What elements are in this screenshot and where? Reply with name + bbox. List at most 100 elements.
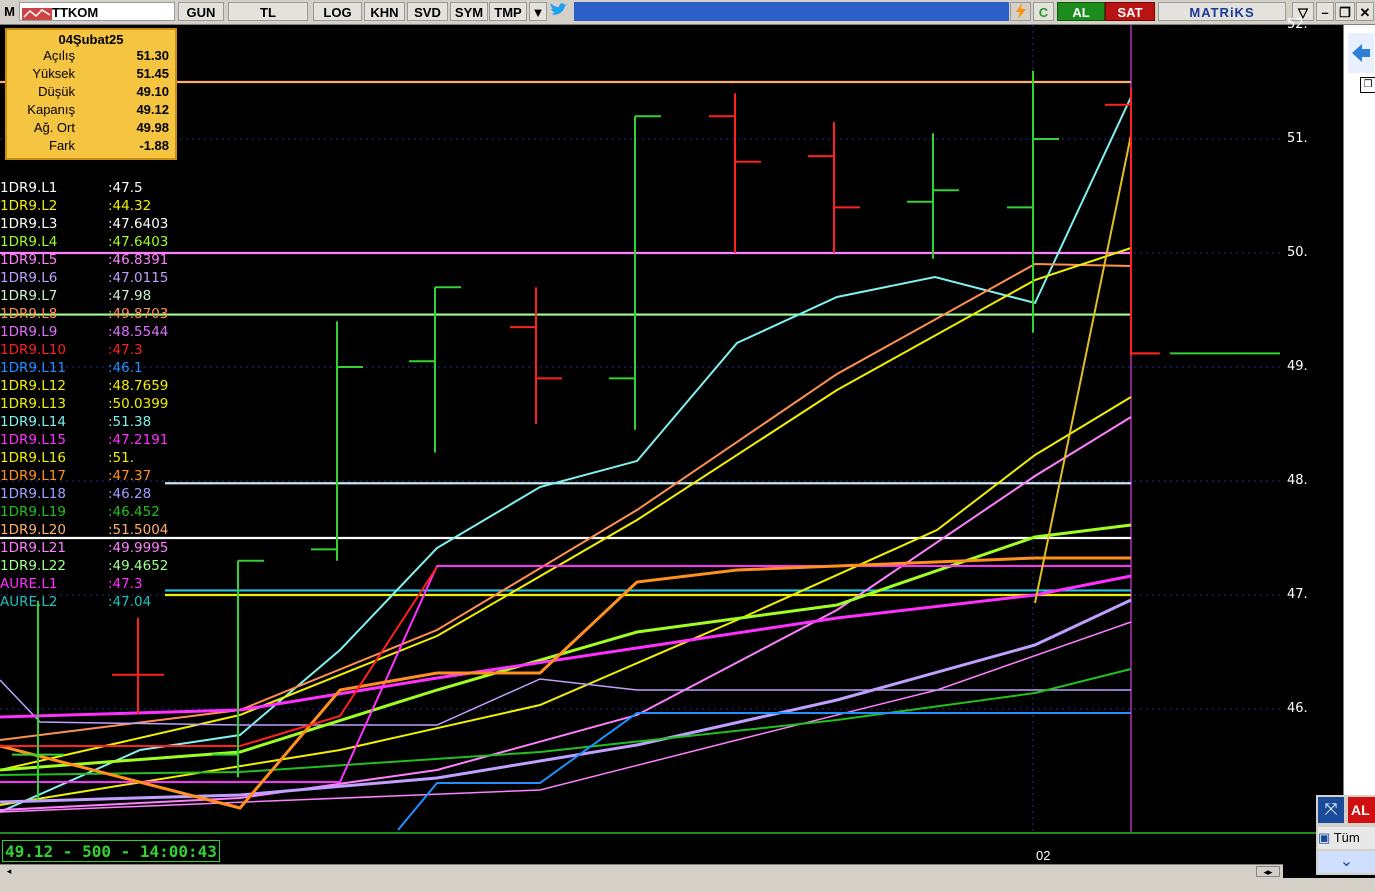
indicator-line — [397, 712, 1131, 831]
info-label-low: Düşük — [38, 84, 75, 99]
expand-down-icon[interactable]: ⌄ — [1318, 851, 1375, 873]
dropdown-icon[interactable]: ▼ — [529, 2, 547, 21]
legend-item-name[interactable]: 1DR9.L1 — [0, 179, 57, 197]
horizontal-scrollbar[interactable]: ◂ ◂▸ — [0, 864, 1283, 879]
legend-item-name[interactable]: 1DR9.L22 — [0, 557, 66, 575]
legend-item-name[interactable]: 1DR9.L6 — [0, 269, 57, 287]
price-label: 46. — [1287, 701, 1308, 716]
info-value-change: -1.88 — [139, 138, 169, 153]
indicator-line — [0, 247, 1132, 771]
price-chart[interactable] — [0, 25, 1283, 832]
info-label-close: Kapanış — [27, 102, 75, 117]
legend-item-value: :47.5 — [108, 180, 143, 196]
legend-item-value: :49.4652 — [108, 558, 169, 574]
price-label: 51. — [1287, 131, 1308, 146]
price-label: 48. — [1287, 473, 1308, 488]
legend-item-name[interactable]: 1DR9.L10 — [0, 341, 66, 359]
legend-item-value: :47.6403 — [108, 234, 169, 250]
minimize-icon[interactable]: – — [1316, 2, 1334, 21]
legend-item-name[interactable]: 1DR9.L21 — [0, 539, 66, 557]
move-icon[interactable]: ⤧ — [1318, 797, 1344, 823]
info-value-high: 51.45 — [136, 66, 169, 81]
svd-button[interactable]: SVD — [407, 2, 448, 21]
legend-item-name[interactable]: 1DR9.L20 — [0, 521, 66, 539]
legend-item-name[interactable]: 1DR9.L17 — [0, 467, 66, 485]
symbol-input[interactable]: TTKOM — [19, 2, 175, 21]
legend-item-name[interactable]: 1DR9.L4 — [0, 233, 57, 251]
legend-item-value: :51.38 — [108, 414, 152, 430]
indicator-line — [1034, 134, 1132, 604]
scroll-left-icon[interactable]: ◂ — [2, 866, 16, 877]
legend-item-name[interactable]: 1DR9.L2 — [0, 197, 57, 215]
restore-icon[interactable]: ❐ — [1335, 2, 1355, 21]
info-label-open: Açılış — [43, 48, 75, 63]
currency-button[interactable]: TL — [228, 2, 308, 21]
info-value-low: 49.10 — [136, 84, 169, 99]
scroll-right-icon[interactable]: ◂▸ — [1256, 866, 1280, 877]
legend-item-name[interactable]: 1DR9.L19 — [0, 503, 66, 521]
period-button[interactable]: GUN — [178, 2, 224, 21]
close-icon[interactable]: ✕ — [1356, 2, 1374, 21]
price-label: 52. — [1287, 17, 1308, 32]
log-button[interactable]: LOG — [313, 2, 362, 21]
legend-item-name[interactable]: 1DR9.L14 — [0, 413, 66, 431]
legend-item-value: :51. — [108, 450, 135, 466]
legend-item-value: :49.9995 — [108, 540, 169, 556]
chart-icon — [22, 7, 52, 20]
legend-item-name[interactable]: 1DR9.L7 — [0, 287, 57, 305]
legend-item-name[interactable]: 1DR9.L5 — [0, 251, 57, 269]
info-label-avg: Ağ. Ort — [33, 120, 75, 135]
legend-item-value: :46.8391 — [108, 252, 169, 268]
c-button[interactable]: C — [1033, 2, 1054, 21]
legend-item-value: :49.8703 — [108, 306, 169, 322]
last-price-ticker: 49.12 - 500 - 14:00:43 — [2, 840, 220, 862]
quick-buy-button[interactable]: AL — [1348, 797, 1375, 823]
legend-item-name[interactable]: 1DR9.L3 — [0, 215, 57, 233]
brand-logo: MATRiKS — [1158, 2, 1286, 21]
legend-item-value: :48.7659 — [108, 378, 169, 394]
all-orders-button[interactable]: ▣ Tüm — [1318, 827, 1375, 849]
indicator-line — [0, 416, 1132, 811]
info-value-close: 49.12 — [136, 102, 169, 117]
twitter-icon[interactable] — [548, 2, 570, 21]
side-panel: ❐ — [1343, 25, 1375, 835]
indicator-line — [0, 396, 1132, 806]
legend-item-name[interactable]: AURE.L1 — [0, 575, 57, 593]
legend-item-value: :47.3 — [108, 342, 143, 358]
app-menu-button[interactable]: M — [1, 2, 18, 21]
legend-item-name[interactable]: 1DR9.L13 — [0, 395, 66, 413]
legend-item-value: :47.0115 — [108, 270, 169, 286]
legend-item-name[interactable]: 1DR9.L12 — [0, 377, 66, 395]
sym-button[interactable]: SYM — [450, 2, 488, 21]
order-panel: ⤧ AL ▣ Tüm ⌄ — [1316, 795, 1375, 875]
collapse-arrow-icon[interactable] — [1348, 33, 1374, 73]
legend-item-name[interactable]: 1DR9.L11 — [0, 359, 66, 377]
windows-icon: ▣ — [1318, 830, 1331, 845]
info-value-open: 51.30 — [136, 48, 169, 63]
bottom-border — [0, 832, 1316, 834]
legend-item-value: :48.5544 — [108, 324, 169, 340]
x-axis-label: 02 — [1036, 848, 1051, 863]
price-label: 47. — [1287, 587, 1308, 602]
info-date: 04Şubat25 — [58, 32, 124, 47]
legend-item-name[interactable]: 1DR9.L18 — [0, 485, 66, 503]
detach-icon[interactable]: ❐ — [1360, 77, 1375, 93]
sell-button[interactable]: SAT — [1105, 2, 1155, 21]
khn-button[interactable]: KHN — [364, 2, 405, 21]
legend-item-name[interactable]: 1DR9.L8 — [0, 305, 57, 323]
lightning-icon[interactable] — [1010, 2, 1031, 21]
toolbar: M TTKOM GUN TL LOG KHN SVD SYM TMP ▼ C A… — [0, 0, 1375, 25]
title-bar — [574, 2, 1009, 21]
legend-item-value: :50.0399 — [108, 396, 169, 412]
indicator-line — [0, 574, 1132, 719]
legend-item-name[interactable]: 1DR9.L9 — [0, 323, 57, 341]
legend-item-value: :47.04 — [108, 594, 152, 610]
legend-item-name[interactable]: 1DR9.L16 — [0, 449, 66, 467]
legend-item-value: :46.28 — [108, 486, 152, 502]
buy-button[interactable]: AL — [1057, 2, 1105, 21]
legend-item-value: :47.37 — [108, 468, 152, 484]
legend-item-name[interactable]: 1DR9.L15 — [0, 431, 66, 449]
legend-item-name[interactable]: AURE.L2 — [0, 593, 57, 611]
tmp-button[interactable]: TMP — [489, 2, 527, 21]
legend-item-value: :46.452 — [108, 504, 160, 520]
